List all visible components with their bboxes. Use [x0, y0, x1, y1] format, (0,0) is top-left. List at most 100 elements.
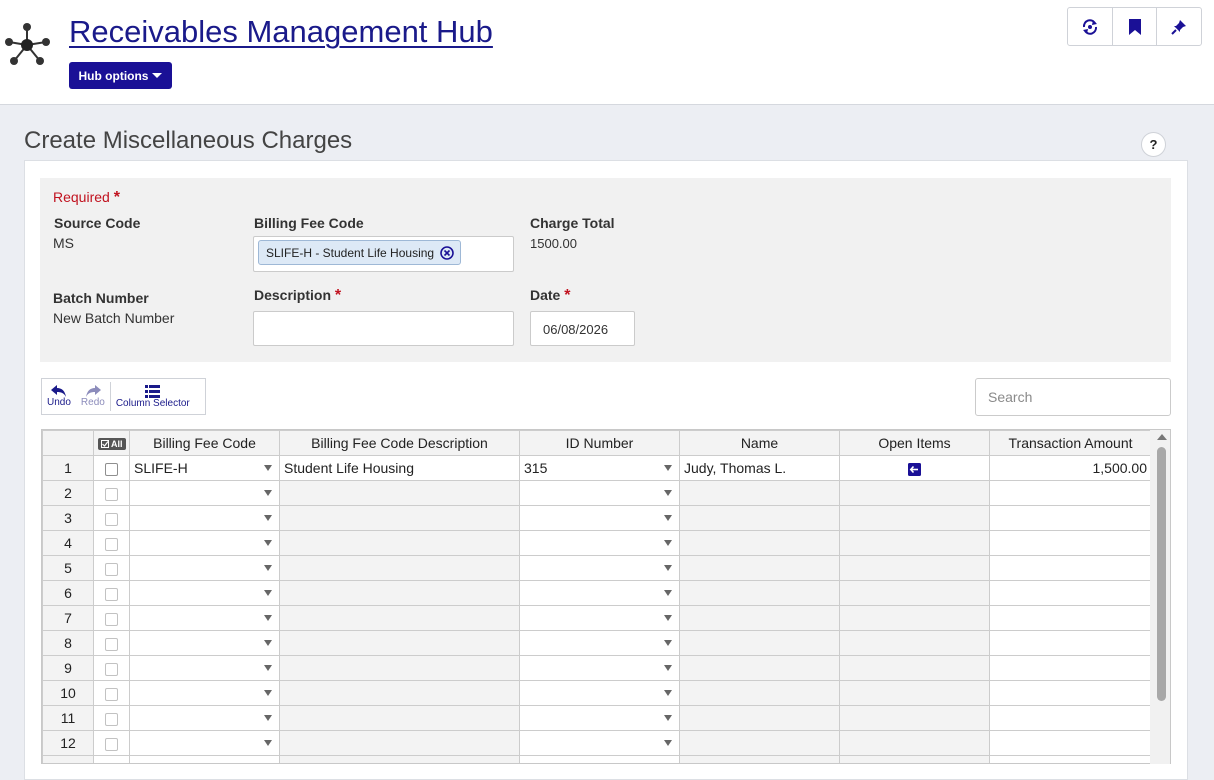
column-selector-button[interactable]: Column Selector: [111, 379, 195, 414]
id-number-cell[interactable]: 315: [519, 455, 680, 481]
hub-options-button[interactable]: Hub options: [69, 62, 172, 89]
id-number-cell[interactable]: [519, 680, 680, 706]
sync-button[interactable]: [1068, 8, 1113, 45]
dropdown-arrow-icon[interactable]: [664, 465, 672, 471]
row-select-cell[interactable]: [93, 530, 130, 556]
id-number-cell[interactable]: [519, 605, 680, 631]
id-number-cell[interactable]: [519, 505, 680, 531]
open-items-cell[interactable]: [839, 455, 990, 481]
scrollbar-thumb[interactable]: [1157, 447, 1166, 701]
id-number-cell[interactable]: [519, 555, 680, 581]
dropdown-arrow-icon[interactable]: [664, 715, 672, 721]
dropdown-arrow-icon[interactable]: [264, 540, 272, 546]
id-number-cell[interactable]: [519, 530, 680, 556]
dropdown-arrow-icon[interactable]: [664, 665, 672, 671]
hub-title-link[interactable]: Receivables Management Hub: [69, 14, 493, 50]
id-number-cell[interactable]: [519, 755, 680, 763]
dropdown-arrow-icon[interactable]: [664, 640, 672, 646]
row-select-cell[interactable]: [93, 655, 130, 681]
transaction-amount-cell[interactable]: [989, 530, 1152, 556]
id-number-cell[interactable]: [519, 730, 680, 756]
transaction-amount-cell[interactable]: 1,500.00: [989, 455, 1152, 481]
transaction-amount-cell[interactable]: [989, 705, 1152, 731]
scroll-up-arrow-icon[interactable]: [1157, 434, 1167, 440]
column-header-name[interactable]: Name: [679, 430, 840, 456]
row-select-cell[interactable]: [93, 755, 130, 763]
billing-fee-code-cell[interactable]: [129, 680, 280, 706]
redo-button[interactable]: Redo: [76, 379, 110, 414]
row-select-checkbox[interactable]: [105, 512, 118, 526]
row-select-checkbox[interactable]: [105, 587, 118, 601]
billing-fee-code-cell[interactable]: [129, 530, 280, 556]
row-select-cell[interactable]: [93, 555, 130, 581]
row-select-cell[interactable]: [93, 705, 130, 731]
billing-fee-code-cell[interactable]: [129, 605, 280, 631]
row-select-cell[interactable]: [93, 630, 130, 656]
remove-chip-icon[interactable]: [440, 246, 454, 260]
row-select-checkbox[interactable]: [105, 562, 118, 576]
bookmark-button[interactable]: [1113, 8, 1158, 45]
transaction-amount-cell[interactable]: [989, 630, 1152, 656]
id-number-cell[interactable]: [519, 705, 680, 731]
billing-fee-code-cell[interactable]: [129, 505, 280, 531]
column-header-id-number[interactable]: ID Number: [519, 430, 680, 456]
id-number-cell[interactable]: [519, 630, 680, 656]
billing-fee-code-cell[interactable]: [129, 705, 280, 731]
select-all-toggle[interactable]: All: [98, 438, 126, 450]
billing-fee-code-cell[interactable]: [129, 555, 280, 581]
pin-button[interactable]: [1157, 8, 1201, 45]
help-button[interactable]: ?: [1141, 132, 1166, 157]
dropdown-arrow-icon[interactable]: [664, 690, 672, 696]
row-select-cell[interactable]: [93, 580, 130, 606]
transaction-amount-cell[interactable]: [989, 730, 1152, 756]
column-header-billing-fee-code-description[interactable]: Billing Fee Code Description: [279, 430, 520, 456]
row-select-checkbox[interactable]: [105, 737, 118, 751]
dropdown-arrow-icon[interactable]: [264, 490, 272, 496]
dropdown-arrow-icon[interactable]: [264, 740, 272, 746]
id-number-cell[interactable]: [519, 580, 680, 606]
row-select-cell[interactable]: [93, 730, 130, 756]
column-header-transaction-amount[interactable]: Transaction Amount: [989, 430, 1152, 456]
select-all-header[interactable]: All: [93, 430, 130, 456]
billing-fee-code-cell[interactable]: SLIFE-H: [129, 455, 280, 481]
billing-fee-code-cell[interactable]: [129, 755, 280, 763]
id-number-cell[interactable]: [519, 655, 680, 681]
dropdown-arrow-icon[interactable]: [264, 565, 272, 571]
dropdown-arrow-icon[interactable]: [664, 740, 672, 746]
row-select-cell[interactable]: [93, 605, 130, 631]
row-select-checkbox[interactable]: [105, 612, 118, 626]
transaction-amount-cell[interactable]: [989, 755, 1152, 763]
dropdown-arrow-icon[interactable]: [264, 465, 272, 471]
dropdown-arrow-icon[interactable]: [264, 640, 272, 646]
open-items-icon[interactable]: [908, 462, 921, 476]
row-select-checkbox[interactable]: [105, 487, 118, 501]
grid-search-input[interactable]: [975, 378, 1171, 416]
billing-fee-code-cell[interactable]: [129, 480, 280, 506]
row-select-cell[interactable]: [93, 480, 130, 506]
row-select-checkbox[interactable]: [105, 662, 118, 676]
dropdown-arrow-icon[interactable]: [664, 490, 672, 496]
transaction-amount-cell[interactable]: [989, 480, 1152, 506]
dropdown-arrow-icon[interactable]: [664, 615, 672, 621]
transaction-amount-cell[interactable]: [989, 555, 1152, 581]
description-input[interactable]: [253, 311, 514, 346]
dropdown-arrow-icon[interactable]: [664, 565, 672, 571]
id-number-cell[interactable]: [519, 480, 680, 506]
row-select-checkbox[interactable]: [105, 687, 118, 701]
transaction-amount-cell[interactable]: [989, 505, 1152, 531]
column-header-billing-fee-code[interactable]: Billing Fee Code: [129, 430, 280, 456]
row-select-cell[interactable]: [93, 680, 130, 706]
transaction-amount-cell[interactable]: [989, 655, 1152, 681]
dropdown-arrow-icon[interactable]: [264, 615, 272, 621]
row-select-cell[interactable]: [93, 505, 130, 531]
row-select-cell[interactable]: [93, 455, 130, 481]
undo-button[interactable]: Undo: [42, 379, 76, 414]
transaction-amount-cell[interactable]: [989, 580, 1152, 606]
dropdown-arrow-icon[interactable]: [264, 665, 272, 671]
column-header-open-items[interactable]: Open Items: [839, 430, 990, 456]
dropdown-arrow-icon[interactable]: [664, 515, 672, 521]
dropdown-arrow-icon[interactable]: [664, 590, 672, 596]
row-select-checkbox[interactable]: [105, 537, 118, 551]
billing-fee-code-cell[interactable]: [129, 730, 280, 756]
row-select-checkbox[interactable]: [105, 637, 118, 651]
